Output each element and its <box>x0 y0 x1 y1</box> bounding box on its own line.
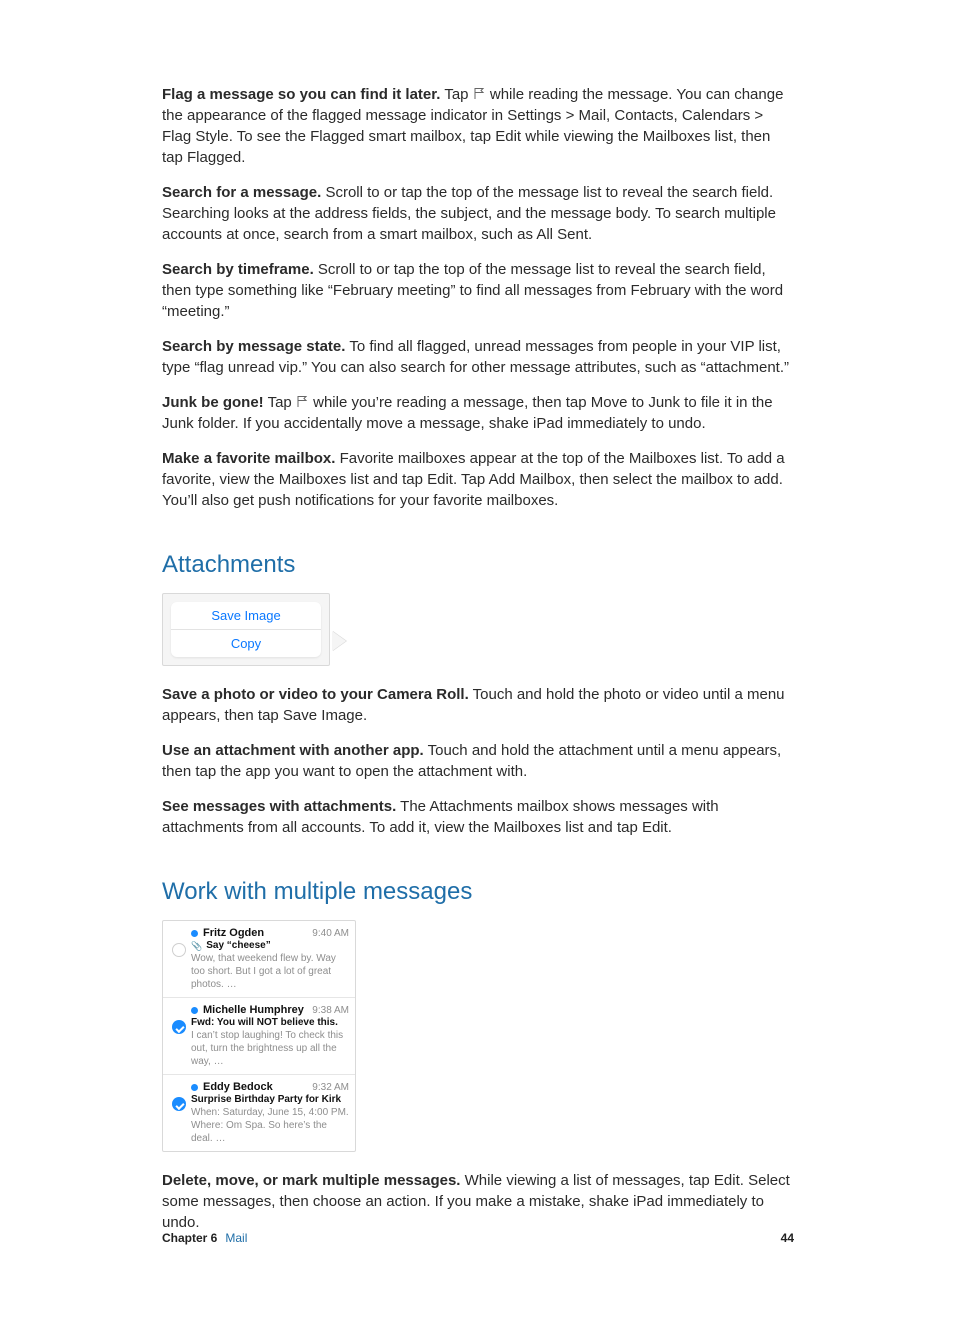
flag-icon <box>296 395 309 408</box>
body-paragraph: Save a photo or video to your Camera Rol… <box>162 684 794 726</box>
page-footer: Chapter 6 Mail 44 <box>162 1231 794 1245</box>
footer-title: Mail <box>225 1231 247 1245</box>
tip-title: Make a favorite mailbox. <box>162 450 335 467</box>
message-sender: Eddy Bedock <box>203 1081 312 1093</box>
message-subject: Say “cheese” <box>206 940 271 951</box>
message-subject: Fwd: You will NOT believe this. <box>191 1017 338 1028</box>
tip-title: Search by timeframe. <box>162 261 314 278</box>
unread-dot-icon <box>191 930 198 937</box>
message-row[interactable]: Eddy Bedock9:32 AMSurprise Birthday Part… <box>163 1075 355 1151</box>
body-paragraph: Search for a message. Scroll to or tap t… <box>162 182 794 245</box>
selection-checkbox[interactable] <box>172 1097 186 1111</box>
tip-text-pre: Tap <box>268 394 296 411</box>
section-heading-attachments: Attachments <box>162 551 794 579</box>
menu-item-copy[interactable]: Copy <box>171 630 321 657</box>
message-row[interactable]: Michelle Humphrey9:38 AMFwd: You will NO… <box>163 998 355 1075</box>
body-paragraph: Delete, move, or mark multiple messages.… <box>162 1170 794 1233</box>
message-preview: I can’t stop laughing! To check this out… <box>191 1029 349 1068</box>
tip-title: See messages with attachments. <box>162 798 396 815</box>
message-subject: Surprise Birthday Party for Kirk <box>191 1094 341 1105</box>
tip-title: Save a photo or video to your Camera Rol… <box>162 686 469 703</box>
message-preview: Wow, that weekend flew by. Way too short… <box>191 952 349 991</box>
body-paragraph: Use an attachment with another app. Touc… <box>162 740 794 782</box>
footer-chapter: Chapter 6 <box>162 1231 217 1245</box>
tip-title: Search by message state. <box>162 338 345 355</box>
message-list-figure: Fritz Ogden9:40 AM 📎 Say “cheese”Wow, that… <box>162 920 356 1152</box>
selection-checkbox[interactable] <box>172 943 186 957</box>
message-row[interactable]: Fritz Ogden9:40 AM 📎 Say “cheese”Wow, that… <box>163 921 355 998</box>
message-preview: When: Saturday, June 15, 4:00 PM. Where:… <box>191 1106 349 1145</box>
unread-dot-icon <box>191 1007 198 1014</box>
message-time: 9:32 AM <box>312 1082 349 1093</box>
document-page: Flag a message so you can find it later.… <box>0 0 954 1327</box>
message-sender: Michelle Humphrey <box>203 1004 312 1016</box>
body-paragraph: See messages with attachments. The Attac… <box>162 796 794 838</box>
tip-title: Search for a message. <box>162 184 321 201</box>
body-paragraph: Junk be gone! Tap while you’re reading a… <box>162 392 794 434</box>
message-time: 9:38 AM <box>312 1005 349 1016</box>
tip-title: Use an attachment with another app. <box>162 742 424 759</box>
section-heading-multiple: Work with multiple messages <box>162 878 794 906</box>
unread-dot-icon <box>191 1084 198 1091</box>
flag-icon <box>473 87 486 100</box>
body-paragraph: Search by timeframe. Scroll to or tap th… <box>162 259 794 322</box>
tip-title: Junk be gone! <box>162 394 264 411</box>
body-paragraph: Make a favorite mailbox. Favorite mailbo… <box>162 448 794 511</box>
selection-checkbox[interactable] <box>172 1020 186 1034</box>
paperclip-icon: 📎 <box>191 942 202 951</box>
body-paragraph: Search by message state. To find all fla… <box>162 336 794 378</box>
footer-page-number: 44 <box>781 1231 794 1245</box>
tip-text-pre: Tap <box>444 86 472 103</box>
body-paragraph: Flag a message so you can find it later.… <box>162 84 794 168</box>
tip-title: Delete, move, or mark multiple messages. <box>162 1172 460 1189</box>
tip-title: Flag a message so you can find it later. <box>162 86 440 103</box>
menu-item-save-image[interactable]: Save Image <box>171 602 321 629</box>
message-sender: Fritz Ogden <box>203 927 312 939</box>
context-menu-figure: Save Image Copy <box>162 593 352 666</box>
message-time: 9:40 AM <box>312 928 349 939</box>
